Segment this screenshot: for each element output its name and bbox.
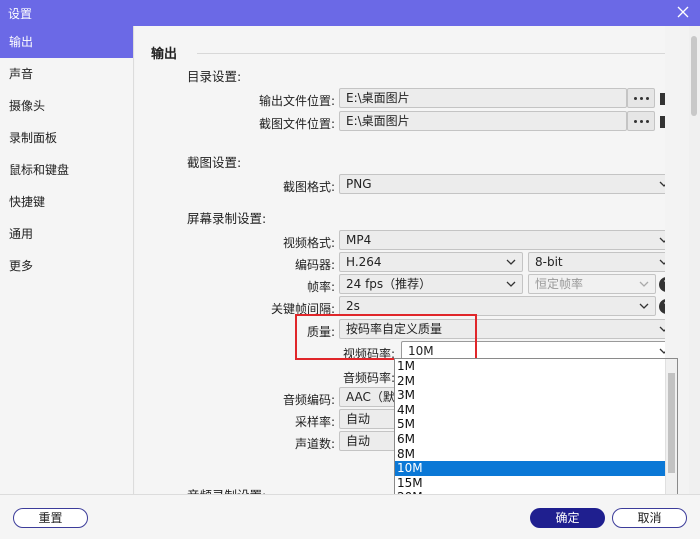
framerate-label: 帧率: <box>306 280 335 294</box>
framerate-value: 24 fps（推荐） <box>346 277 432 291</box>
chevron-down-icon <box>506 259 516 265</box>
dropdown-scrollbar-thumb[interactable] <box>668 373 675 473</box>
chevron-down-icon <box>639 303 649 309</box>
chevron-down-icon <box>659 326 665 332</box>
dot-icon <box>633 119 637 123</box>
bitrate-option[interactable]: 2M <box>395 374 677 389</box>
screenshot-location-label: 截图文件位置: <box>258 117 335 131</box>
folder-icon[interactable] <box>659 113 665 129</box>
bitrate-dropdown-list[interactable]: 1M 2M 3M 4M 5M 6M 8M 10M 15M 20M <box>394 358 678 507</box>
chevron-down-icon <box>639 281 649 287</box>
channels-label: 声道数: <box>294 437 335 451</box>
encoder-label: 编码器: <box>294 258 335 272</box>
chevron-down-icon <box>659 181 665 187</box>
sidebar-item-record-panel[interactable]: 录制面板 <box>0 122 133 154</box>
chevron-down-icon <box>659 259 665 265</box>
chevron-down-icon <box>506 281 516 287</box>
screenshot-location-field[interactable]: E:\桌面图片 <box>339 111 627 131</box>
bitrate-option[interactable]: 4M <box>395 403 677 418</box>
cancel-button[interactable]: 取消 <box>612 508 687 528</box>
encoder-select[interactable]: H.264 <box>339 252 523 272</box>
bitdepth-select[interactable]: 8-bit <box>528 252 665 272</box>
dot-icon <box>645 119 649 123</box>
audio-encoder-select[interactable]: AAC（默 <box>339 387 399 407</box>
window-title: 设置 <box>8 7 33 21</box>
samplerate-value: 自动 <box>346 412 371 426</box>
bitrate-option-selected[interactable]: 10M <box>395 461 677 476</box>
chevron-down-icon <box>659 237 665 243</box>
sidebar-item-general[interactable]: 通用 <box>0 218 133 250</box>
reset-button[interactable]: 重置 <box>13 508 88 528</box>
samplerate-select[interactable]: 自动 <box>339 409 399 429</box>
close-button[interactable] <box>674 3 692 21</box>
sidebar-item-more[interactable]: 更多 <box>0 250 133 282</box>
sidebar-item-hotkeys[interactable]: 快捷键 <box>0 186 133 218</box>
encoder-value: H.264 <box>346 255 382 269</box>
section-divider <box>197 53 665 54</box>
sidebar-item-sound[interactable]: 声音 <box>0 58 133 90</box>
audio-bitrate-label: 音频码率: <box>342 371 395 385</box>
keyframe-select[interactable]: 2s <box>339 296 656 316</box>
video-format-label: 视频格式: <box>282 236 335 250</box>
folder-icon[interactable] <box>659 90 665 106</box>
close-icon <box>677 6 689 18</box>
screenshot-format-label: 截图格式: <box>282 180 335 194</box>
bitrate-option[interactable]: 3M <box>395 388 677 403</box>
bitrate-option[interactable]: 8M <box>395 447 677 462</box>
dot-icon <box>639 96 643 100</box>
sidebar-item-output[interactable]: 输出 <box>0 26 133 58</box>
samplerate-label: 采样率: <box>294 415 335 429</box>
framerate-select[interactable]: 24 fps（推荐） <box>339 274 523 294</box>
browse-screenshot-button[interactable] <box>627 111 655 131</box>
sidebar-item-mouse-keyboard[interactable]: 鼠标和键盘 <box>0 154 133 186</box>
channels-value: 自动 <box>346 434 371 448</box>
footer-bar: 重置 确定 取消 <box>0 494 700 539</box>
scrollbar-thumb[interactable] <box>691 36 697 116</box>
framerate-mode-select: 恒定帧率 <box>528 274 656 294</box>
output-location-label: 输出文件位置: <box>258 94 335 108</box>
dropdown-scrollbar[interactable] <box>665 359 677 506</box>
bitrate-option[interactable]: 1M <box>395 359 677 374</box>
section-title-output: 输出 <box>151 47 178 62</box>
chevron-down-icon <box>659 348 665 354</box>
bitdepth-value: 8-bit <box>535 255 563 269</box>
group-title-directory: 目录设置: <box>187 69 242 84</box>
group-title-audio-recording: 音频录制设置: <box>187 485 266 494</box>
main-scrollbar[interactable] <box>689 26 700 494</box>
help-icon[interactable]: ? <box>659 277 665 292</box>
video-format-value: MP4 <box>346 233 372 247</box>
framerate-mode-value: 恒定帧率 <box>535 277 584 291</box>
bitrate-option[interactable]: 15M <box>395 476 677 491</box>
sidebar-item-camera[interactable]: 摄像头 <box>0 90 133 122</box>
ok-button[interactable]: 确定 <box>530 508 605 528</box>
bitrate-option[interactable]: 5M <box>395 417 677 432</box>
screenshot-format-select[interactable]: PNG <box>339 174 665 194</box>
sidebar: 输出 声音 摄像头 录制面板 鼠标和键盘 快捷键 通用 更多 <box>0 26 134 494</box>
keyframe-value: 2s <box>346 299 360 313</box>
dot-icon <box>633 96 637 100</box>
video-format-select[interactable]: MP4 <box>339 230 665 250</box>
title-bar: 设置 <box>0 0 700 26</box>
dot-icon <box>639 119 643 123</box>
group-title-screen-recording: 屏幕录制设置: <box>187 211 267 226</box>
highlight-box <box>295 314 477 360</box>
audio-encoder-value: AAC（默 <box>346 390 395 404</box>
channels-select[interactable]: 自动 <box>339 431 399 451</box>
help-icon[interactable]: ? <box>659 299 665 314</box>
audio-encoder-label: 音频编码: <box>282 393 335 407</box>
screenshot-format-value: PNG <box>346 177 372 191</box>
output-location-field[interactable]: E:\桌面图片 <box>339 88 627 108</box>
group-title-screenshot: 截图设置: <box>187 155 242 170</box>
browse-output-button[interactable] <box>627 88 655 108</box>
bitrate-option[interactable]: 6M <box>395 432 677 447</box>
dot-icon <box>645 96 649 100</box>
